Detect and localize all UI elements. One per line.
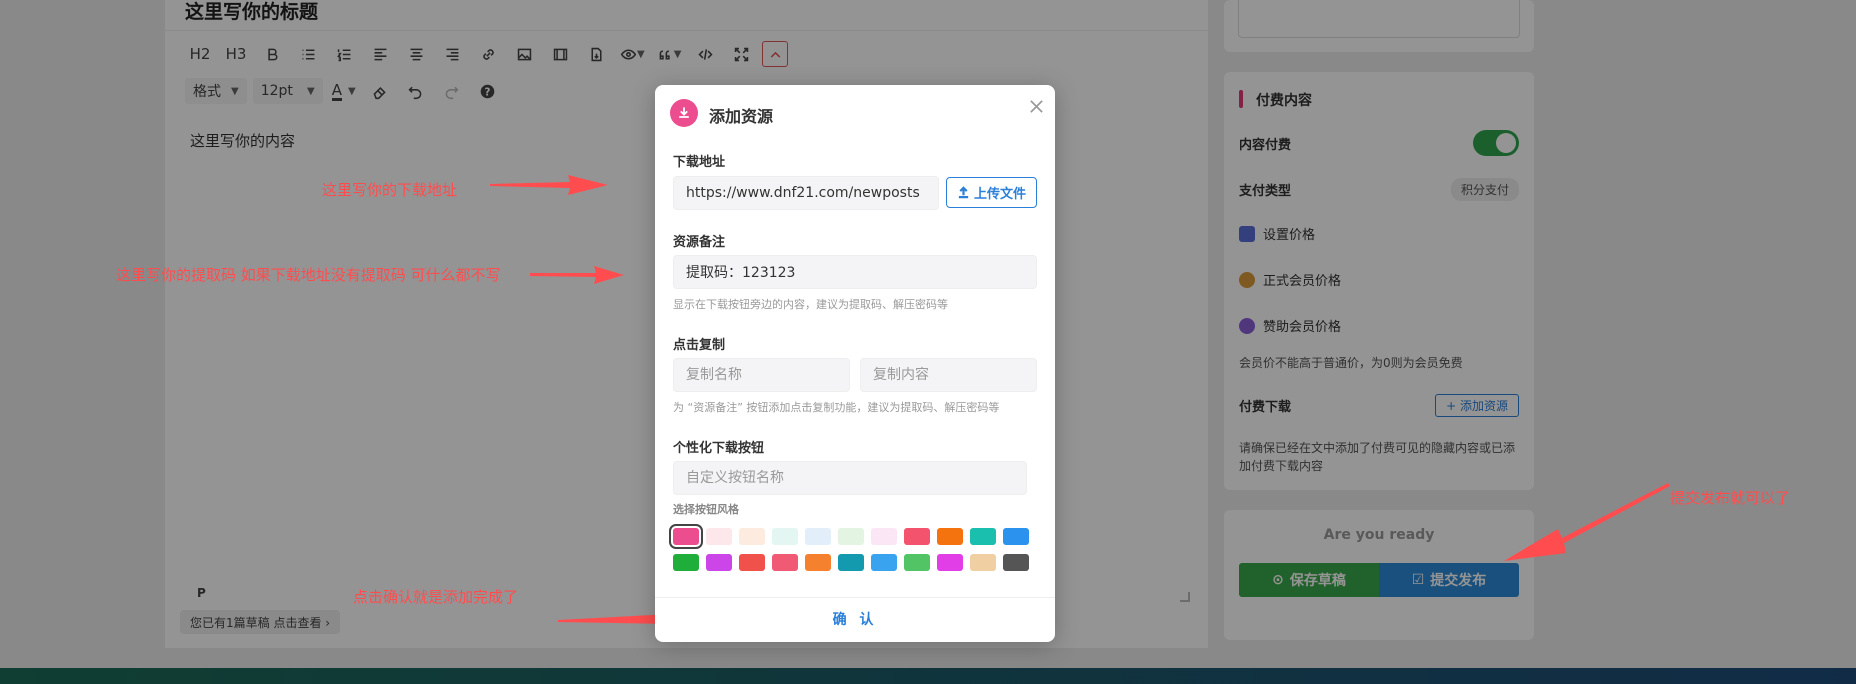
click-copy-label: 点击复制 (673, 338, 726, 353)
style-swatch[interactable] (1003, 528, 1029, 545)
add-resource-modal: 添加资源 下载地址 上传文件 资源备注 显示在下载按钮旁边的内容，建议为提取码、… (655, 85, 1055, 642)
style-swatch[interactable] (805, 528, 831, 545)
annotation-extract-code: 这里写你的提取码 如果下载地址没有提取码 可什么都不写 (116, 266, 501, 284)
style-swatch[interactable] (706, 554, 732, 571)
button-style-swatches-row-1 (669, 524, 1029, 549)
modal-title: 添加资源 (709, 107, 774, 126)
button-style-swatches-row-2 (673, 554, 1029, 571)
resource-note-input[interactable] (673, 255, 1037, 289)
modal-footer-divider (655, 597, 1055, 598)
confirm-button[interactable]: 确 认 (655, 599, 1055, 639)
style-swatch[interactable] (739, 554, 765, 571)
annotation-confirm: 点击确认就是添加完成了 (353, 588, 519, 606)
style-swatch[interactable] (838, 554, 864, 571)
copy-name-input[interactable] (673, 358, 850, 392)
resource-note-hint: 显示在下载按钮旁边的内容，建议为提取码、解压密码等 (673, 298, 948, 311)
arrow-icon (1504, 483, 1670, 561)
style-swatch[interactable] (772, 528, 798, 545)
download-url-input[interactable] (673, 176, 939, 210)
style-swatch[interactable] (838, 528, 864, 545)
arrow-icon (530, 266, 624, 284)
style-swatch[interactable] (937, 554, 963, 571)
upload-file-label: 上传文件 (973, 187, 1026, 202)
click-copy-hint: 为 “资源备注” 按钮添加点击复制功能，建议为提取码、解压密码等 (673, 401, 1000, 414)
style-swatch[interactable] (1003, 554, 1029, 571)
close-button[interactable] (1025, 95, 1047, 117)
arrow-icon (490, 175, 608, 195)
upload-file-button[interactable]: 上传文件 (946, 177, 1037, 208)
style-swatch[interactable] (970, 528, 996, 545)
resource-note-label: 资源备注 (673, 235, 726, 250)
download-icon (670, 99, 698, 127)
style-swatch[interactable] (772, 554, 798, 571)
style-swatch[interactable] (970, 554, 996, 571)
style-swatch[interactable] (669, 524, 703, 549)
close-icon (1029, 99, 1043, 113)
style-swatch[interactable] (673, 554, 699, 571)
custom-button-name-input[interactable] (673, 461, 1027, 495)
style-swatch[interactable] (871, 528, 897, 545)
annotation-download-address: 这里写你的下载地址 (322, 181, 458, 199)
style-swatch[interactable] (904, 528, 930, 545)
custom-button-label: 个性化下载按钮 (673, 441, 765, 456)
annotation-submit: 提交发布就可以了 (1670, 489, 1791, 507)
style-swatch[interactable] (937, 528, 963, 545)
style-swatch[interactable] (706, 528, 732, 545)
button-style-label: 选择按钮风格 (673, 503, 739, 516)
copy-content-input[interactable] (860, 358, 1037, 392)
upload-icon (958, 186, 969, 199)
download-url-label: 下载地址 (673, 155, 726, 170)
style-swatch[interactable] (805, 554, 831, 571)
style-swatch[interactable] (904, 554, 930, 571)
style-swatch[interactable] (739, 528, 765, 545)
style-swatch[interactable] (871, 554, 897, 571)
